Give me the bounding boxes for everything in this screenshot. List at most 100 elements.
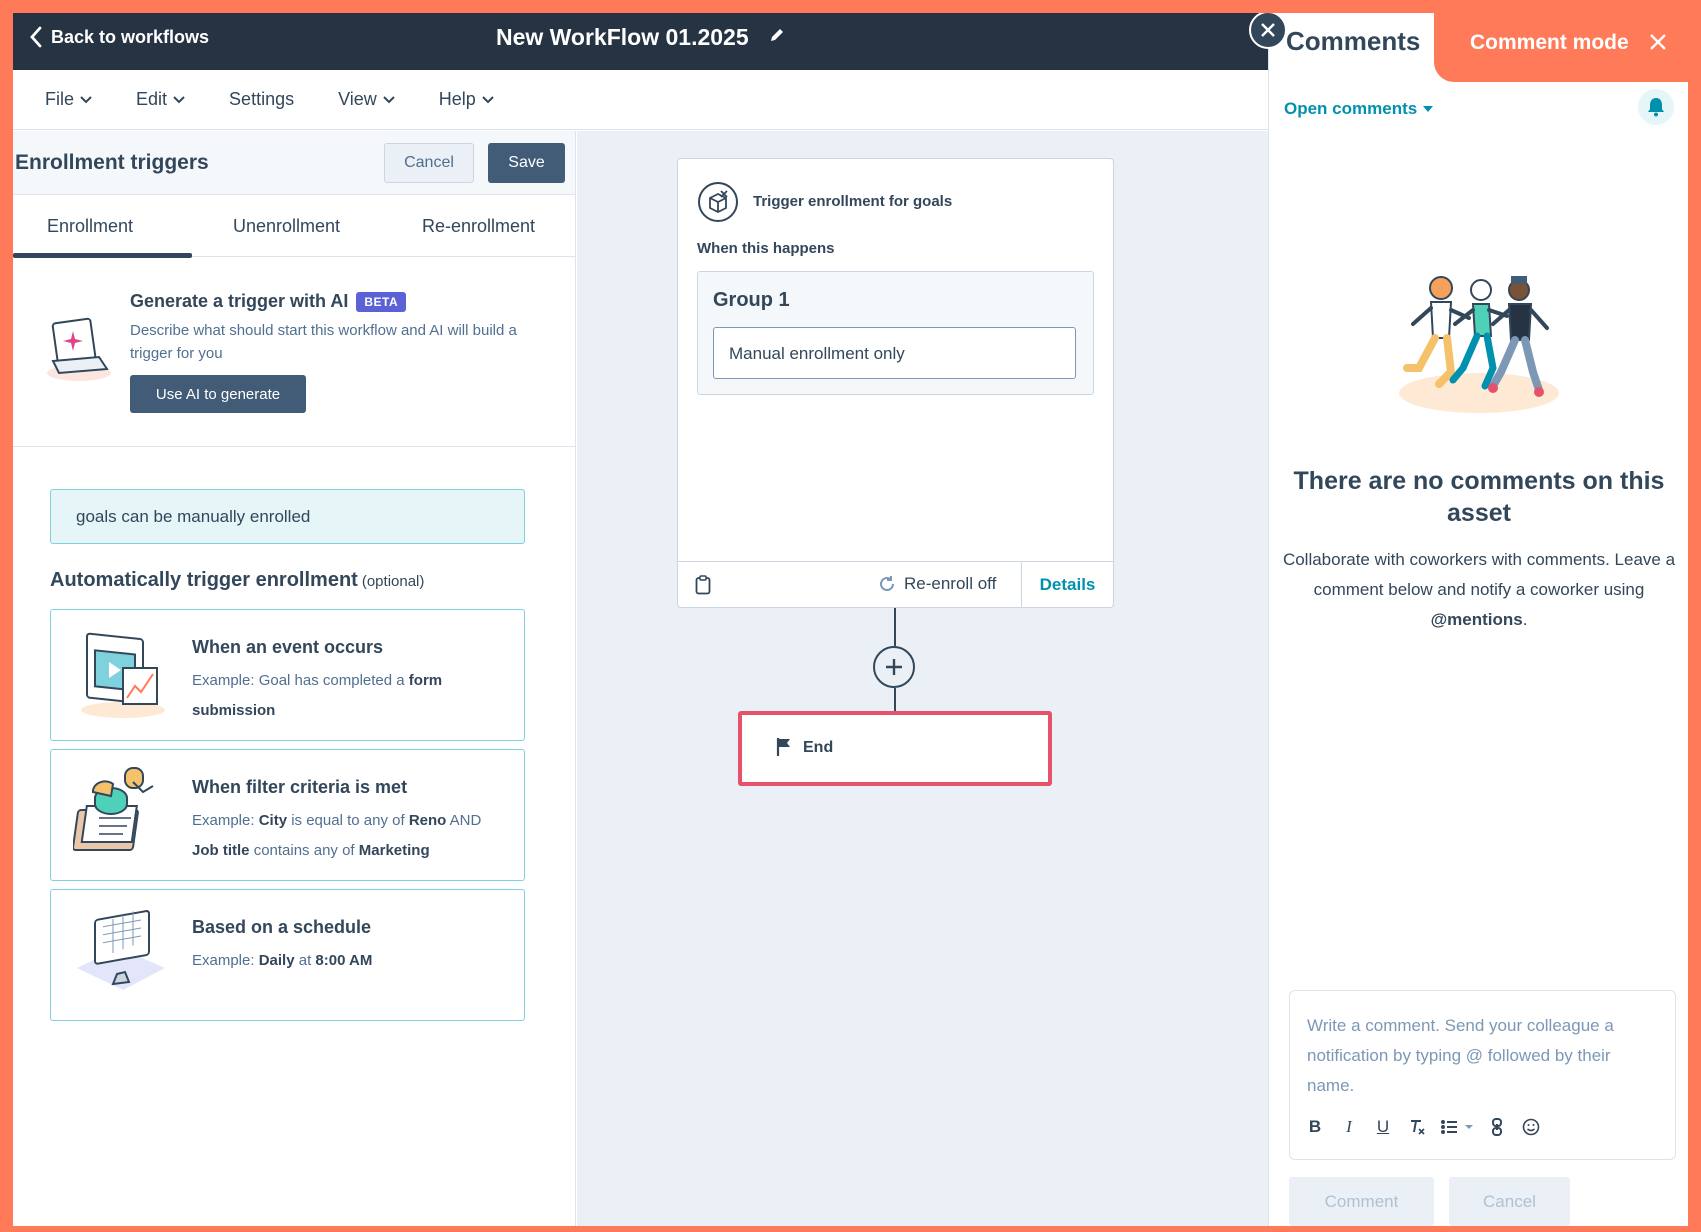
menu-help[interactable]: Help <box>439 89 494 110</box>
underline-icon[interactable]: U <box>1372 1116 1394 1138</box>
re-enroll-status[interactable]: Re-enroll off <box>878 574 996 594</box>
submit-comment-button[interactable]: Comment <box>1289 1177 1434 1226</box>
tab-unenrollment[interactable]: Unenrollment <box>233 216 340 237</box>
flag-icon <box>776 738 790 756</box>
card-title: When filter criteria is met <box>192 777 408 797</box>
enrollment-trigger-card[interactable]: Trigger enrollment for goals When this h… <box>677 158 1114 608</box>
details-link[interactable]: Details <box>1021 562 1113 608</box>
workflow-canvas[interactable]: Trigger enrollment for goals When this h… <box>577 131 1268 1226</box>
menu-file-label: File <box>45 89 75 109</box>
example-bold: Daily <box>258 952 295 969</box>
chevron-down-icon <box>383 95 395 103</box>
refresh-icon <box>880 576 894 591</box>
chevron-down-icon <box>80 95 92 103</box>
menu-settings[interactable]: Settings <box>229 89 294 110</box>
menu-edit[interactable]: Edit <box>136 89 185 110</box>
chevron-down-icon <box>173 95 185 103</box>
trigger-card-event[interactable]: When an event occurs Example: Goal has c… <box>50 609 525 741</box>
laptop-sparkle-icon <box>47 317 111 381</box>
cancel-comment-button[interactable]: Cancel <box>1449 1177 1570 1226</box>
ai-title: Generate a trigger with AI BETA <box>130 291 407 312</box>
mentions-label: @mentions <box>1430 610 1523 629</box>
card-example: Example: Goal has completed a form submi… <box>192 666 512 726</box>
menu-file[interactable]: File <box>45 89 92 110</box>
auto-trigger-title-text: Automatically trigger enrollment <box>50 569 358 591</box>
ai-trigger-section: Generate a trigger with AI BETA Describe… <box>13 257 575 447</box>
event-browser-icon <box>81 632 165 718</box>
tab-enrollment[interactable]: Enrollment <box>47 216 133 237</box>
open-comments-dropdown[interactable]: Open comments <box>1284 99 1434 119</box>
panel-title: Enrollment triggers <box>15 151 209 174</box>
ai-title-text: Generate a trigger with AI <box>130 291 349 311</box>
italic-icon[interactable]: I <box>1338 1116 1360 1138</box>
trigger-tabs: Enrollment Unenrollment Re-enrollment <box>13 195 575 258</box>
tab-re-enrollment[interactable]: Re-enrollment <box>422 216 535 237</box>
example-text: at <box>298 952 312 969</box>
link-icon[interactable] <box>1486 1116 1508 1138</box>
open-comments-label: Open comments <box>1284 99 1418 118</box>
comment-input[interactable]: Write a comment. Send your colleague a n… <box>1289 990 1676 1160</box>
comment-mode-label: Comment mode <box>1470 31 1629 54</box>
enrollment-triggers-panel: Enrollment triggers Cancel Save Enrollme… <box>13 131 576 1226</box>
comment-placeholder: Write a comment. Send your colleague a n… <box>1307 1016 1614 1095</box>
top-header: Back to workflows New WorkFlow 01.2025 <box>13 13 1268 70</box>
card-example: Example: Daily at 8:00 AM <box>192 946 512 976</box>
example-bold: 8:00 AM <box>315 952 373 969</box>
re-enroll-label: Re-enroll off <box>904 574 997 593</box>
menu-help-label: Help <box>438 89 476 109</box>
example-bold: Marketing <box>358 842 430 859</box>
people-running-illustration <box>1399 276 1559 413</box>
menu-view[interactable]: View <box>338 89 395 110</box>
menu-view-label: View <box>338 89 377 109</box>
auto-trigger-title: Automatically trigger enrollment (optiona… <box>50 569 424 592</box>
menu-settings-label: Settings <box>229 89 295 109</box>
clipboard-icon[interactable] <box>695 575 711 595</box>
empty-state-title: There are no comments on this asset <box>1293 467 1665 527</box>
notification-bell-button[interactable] <box>1638 89 1674 125</box>
close-icon[interactable] <box>1649 33 1667 51</box>
caret-down-icon <box>1423 106 1434 112</box>
filter-group[interactable]: Group 1 Manual enrollment only <box>697 271 1094 395</box>
enrollment-card-footer: Re-enroll off Details <box>678 561 1113 608</box>
menu-bar: File Edit Settings View Help <box>13 70 1268 130</box>
emoji-icon[interactable] <box>1520 1116 1542 1138</box>
plus-icon <box>886 659 902 675</box>
example-text: Goal has completed a <box>258 672 405 689</box>
app-frame: Back to workflows New WorkFlow 01.2025 F… <box>13 13 1688 1226</box>
calendar-monitor-icon <box>77 910 165 990</box>
connector-line <box>894 688 896 711</box>
clear-format-icon[interactable] <box>1406 1116 1428 1138</box>
card-example: Example: City is equal to any of Reno AN… <box>192 806 512 866</box>
add-action-button[interactable] <box>873 646 915 688</box>
connector-line <box>894 608 896 646</box>
beta-badge: BETA <box>356 291 407 312</box>
example-bold: Reno <box>408 812 447 829</box>
example-text: AND <box>449 812 482 829</box>
use-ai-button[interactable]: Use AI to generate <box>130 375 306 413</box>
trigger-card-filter[interactable]: When filter criteria is met Example: Cit… <box>50 749 525 881</box>
comment-mode-banner: Comment mode <box>1434 13 1688 82</box>
when-this-happens-label: When this happens <box>697 240 835 257</box>
close-icon <box>1261 23 1275 37</box>
group-filter-item[interactable]: Manual enrollment only <box>713 327 1076 379</box>
manual-enrollment-note: goals can be manually enrolled <box>50 489 525 544</box>
example-prefix: Example: <box>192 952 255 969</box>
goal-target-icon <box>698 182 738 222</box>
comments-title: Comments <box>1286 26 1421 56</box>
trigger-card-schedule[interactable]: Based on a schedule Example: Daily at 8:… <box>50 889 525 1021</box>
cancel-button[interactable]: Cancel <box>384 143 474 183</box>
filter-clipboard-icon <box>73 767 154 851</box>
panel-header: Enrollment triggers Cancel Save <box>13 131 575 195</box>
example-text: is equal to any of <box>291 812 405 829</box>
example-bold: Job title <box>192 842 250 859</box>
empty-desc-end: . <box>1522 610 1528 629</box>
workflow-title[interactable]: New WorkFlow 01.2025 <box>13 24 1268 51</box>
pencil-icon[interactable] <box>769 27 785 43</box>
end-node[interactable]: End <box>738 711 1052 786</box>
save-button[interactable]: Save <box>488 143 565 183</box>
group-title: Group 1 <box>713 289 790 311</box>
comment-format-toolbar: B I U <box>1304 1116 1542 1138</box>
list-icon[interactable] <box>1440 1116 1474 1138</box>
bold-icon[interactable]: B <box>1304 1116 1326 1138</box>
card-title: When an event occurs <box>192 637 384 657</box>
